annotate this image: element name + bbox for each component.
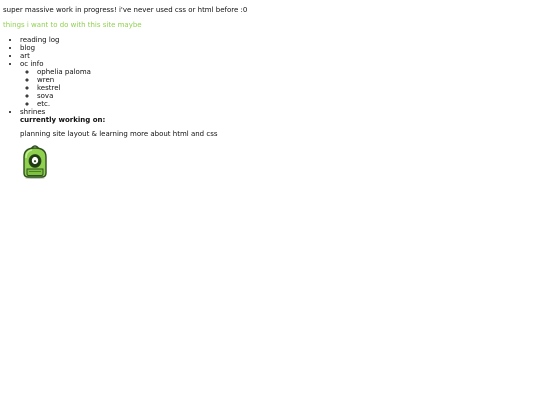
list-item-blog: blog xyxy=(20,44,537,52)
oc-sublist: ophelia paloma wren kestrel sova etc. xyxy=(20,68,537,108)
page-content: super massive work in progress! i've nev… xyxy=(3,6,537,179)
list-item-shrines: shrines currently working on: planning s… xyxy=(20,108,537,179)
list-item-reading-log: reading log xyxy=(20,36,537,44)
currently-working-text: planning site layout & learning more abo… xyxy=(20,130,218,138)
list-item-label: art xyxy=(20,52,30,60)
list-item-label: shrines xyxy=(20,108,46,116)
sublist-item-etc: etc. xyxy=(37,100,537,108)
sublist-item-label: etc. xyxy=(37,100,51,108)
sublist-item-wren: wren xyxy=(37,76,537,84)
list-item-label: blog xyxy=(20,44,36,52)
sublist-item-label: ophelia paloma xyxy=(37,68,91,76)
sublist-item-label: sova xyxy=(37,92,54,100)
site-plan-list: reading log blog art oc info ophelia pal… xyxy=(3,36,537,179)
sublist-item-label: wren xyxy=(37,76,55,84)
sublist-item-label: kestrel xyxy=(37,84,61,92)
green-backpack-icon xyxy=(23,145,47,179)
currently-working-heading: currently working on: xyxy=(20,116,106,124)
goals-heading: things i want to do with this site maybe xyxy=(3,21,142,29)
list-item-art: art xyxy=(20,52,537,60)
sublist-item-sova: sova xyxy=(37,92,537,100)
list-item-label: oc info xyxy=(20,60,44,68)
intro-text: super massive work in progress! i've nev… xyxy=(3,6,248,14)
sublist-item-ophelia-paloma: ophelia paloma xyxy=(37,68,537,76)
sublist-item-kestrel: kestrel xyxy=(37,84,537,92)
list-item-label: reading log xyxy=(20,36,60,44)
list-item-oc-info: oc info ophelia paloma wren kestrel sova… xyxy=(20,60,537,108)
